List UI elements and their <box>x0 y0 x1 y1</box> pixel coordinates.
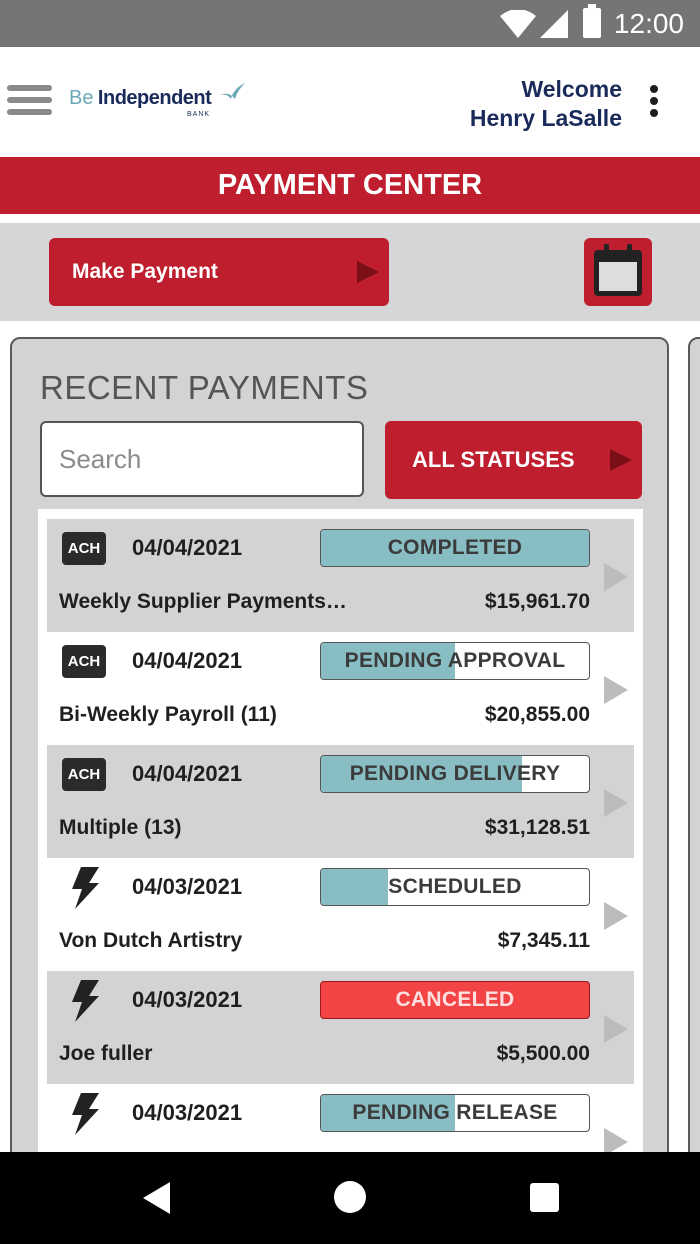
bank-logo: Be Independent BANK <box>69 83 245 118</box>
payment-row[interactable]: ACH 04/04/2021 PENDING DELIVERY Multiple… <box>47 745 634 858</box>
ach-badge: ACH <box>62 645 106 678</box>
chevron-right-icon <box>604 676 628 704</box>
chevron-right-icon <box>604 789 628 817</box>
recent-apps-icon[interactable] <box>530 1183 559 1212</box>
payment-date: 04/04/2021 <box>132 648 243 673</box>
payment-name: Bi-Weekly Payroll (11) <box>59 703 277 726</box>
payment-date: 04/04/2021 <box>132 535 243 560</box>
payment-row[interactable]: ACH 04/04/2021 PENDING APPROVAL Bi-Weekl… <box>47 632 634 745</box>
welcome-message: Welcome Henry LaSalle <box>469 76 622 131</box>
payment-name: Weekly Supplier Payments… <box>59 590 347 613</box>
calendar-icon <box>594 244 642 296</box>
payment-row[interactable]: ACH 04/04/2021 COMPLETED Weekly Supplier… <box>47 519 634 632</box>
kebab-icon[interactable] <box>650 85 662 119</box>
app-header: Be Independent BANK Welcome Henry LaSall… <box>0 47 700 155</box>
payment-amount: $20,855.00 <box>484 703 590 726</box>
wifi-icon <box>500 10 536 38</box>
home-icon[interactable] <box>334 1181 366 1213</box>
status-badge: PENDING RELEASE <box>320 1094 590 1132</box>
status-badge: SCHEDULED <box>320 868 590 906</box>
payment-date: 04/03/2021 <box>132 874 243 899</box>
calendar-button[interactable] <box>584 238 652 306</box>
status-badge: PENDING APPROVAL <box>320 642 590 680</box>
payment-date: 04/03/2021 <box>132 1100 243 1125</box>
page-title: PAYMENT CENTER <box>0 157 700 214</box>
status-badge: CANCELED <box>320 981 590 1019</box>
system-navigation-bar <box>0 1152 700 1244</box>
play-arrow-icon <box>610 449 632 471</box>
lightning-bolt-icon <box>72 1093 99 1135</box>
cell-signal-icon <box>540 10 568 38</box>
lightning-bolt-icon <box>72 867 99 909</box>
payment-amount: $5,500.00 <box>496 1042 590 1065</box>
action-bar: Make Payment <box>0 223 700 321</box>
recent-payments-title: RECENT PAYMENTS <box>40 369 369 406</box>
chevron-right-icon <box>604 1015 628 1043</box>
status-filter-button[interactable]: ALL STATUSES <box>385 421 642 499</box>
chevron-right-icon <box>604 563 628 591</box>
bird-logo-icon <box>219 83 245 99</box>
next-panel-edge <box>688 337 700 1197</box>
make-payment-button[interactable]: Make Payment <box>49 238 389 306</box>
payment-amount: $31,128.51 <box>484 816 590 839</box>
recent-payments-panel: RECENT PAYMENTS ALL STATUSES ACH 04/04/2… <box>10 337 669 1199</box>
chevron-right-icon <box>604 902 628 930</box>
clock: 12:00 <box>613 8 684 39</box>
payment-name: Multiple (13) <box>59 816 182 839</box>
ach-badge: ACH <box>62 532 106 565</box>
payment-row[interactable]: 04/03/2021 SCHEDULED Von Dutch Artistry … <box>47 858 634 971</box>
play-arrow-icon <box>357 261 379 283</box>
payment-name: Von Dutch Artistry <box>59 929 243 952</box>
payment-row[interactable]: 04/03/2021 CANCELED Joe fuller $5,500.00 <box>47 971 634 1084</box>
payments-list: ACH 04/04/2021 COMPLETED Weekly Supplier… <box>38 509 643 1199</box>
battery-icon <box>583 4 601 38</box>
system-status-bar: 12:00 <box>0 0 700 47</box>
back-icon[interactable] <box>143 1182 170 1214</box>
payment-amount: $15,961.70 <box>484 590 590 613</box>
payment-amount: $7,345.11 <box>497 929 590 952</box>
payment-name: Joe fuller <box>59 1042 153 1065</box>
payment-date: 04/04/2021 <box>132 761 243 786</box>
lightning-bolt-icon <box>72 980 99 1022</box>
payment-date: 04/03/2021 <box>132 987 243 1012</box>
status-badge: COMPLETED <box>320 529 590 567</box>
ach-badge: ACH <box>62 758 106 791</box>
search-input[interactable] <box>40 421 364 497</box>
status-badge: PENDING DELIVERY <box>320 755 590 793</box>
hamburger-icon[interactable] <box>7 85 52 115</box>
